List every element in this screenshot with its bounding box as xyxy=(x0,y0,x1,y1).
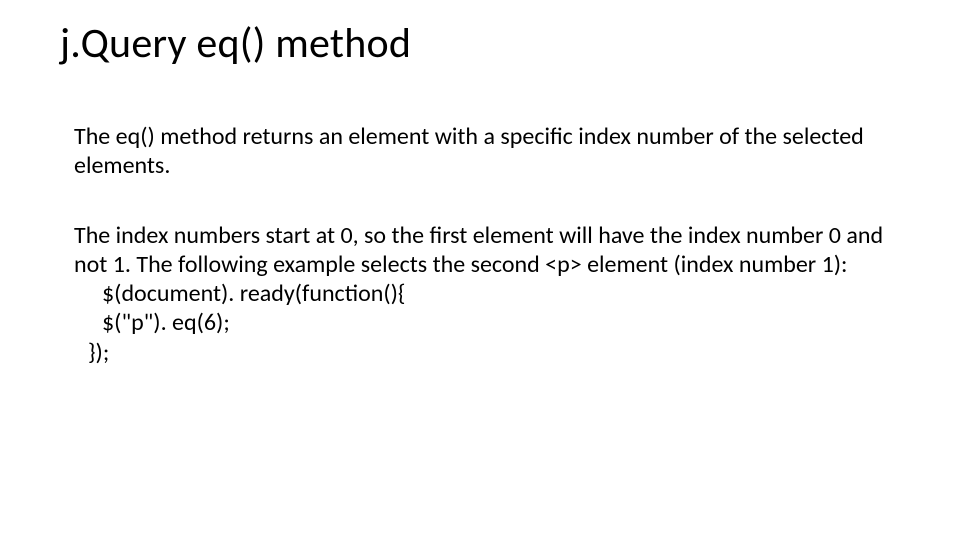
body-text: The eq() method returns an element with … xyxy=(60,122,900,367)
page-title: j.Query eq() method xyxy=(60,22,900,66)
code-line-3: }); xyxy=(74,338,900,367)
slide: j.Query eq() method The eq() method retu… xyxy=(0,0,960,540)
paragraph-example: The index numbers start at 0, so the fir… xyxy=(60,221,900,367)
example-description: The index numbers start at 0, so the fir… xyxy=(74,221,900,280)
code-line-2: $("p"). eq(6); xyxy=(74,308,900,337)
paragraph-intro: The eq() method returns an element with … xyxy=(60,122,900,181)
code-line-1: $(document). ready(function(){ xyxy=(74,279,900,308)
